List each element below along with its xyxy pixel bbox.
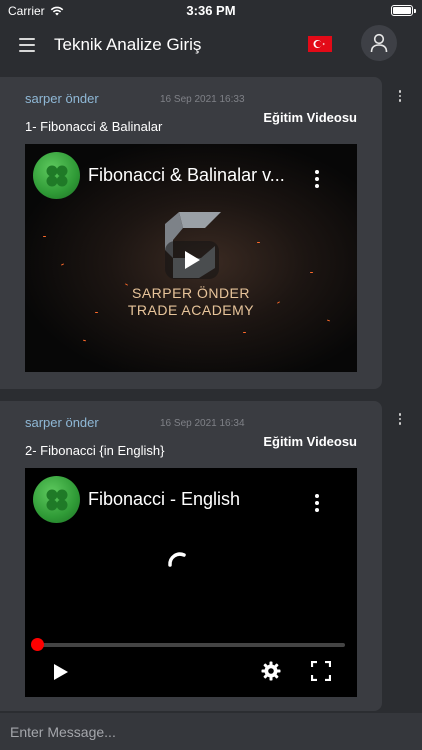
academy-name-line-2: TRADE ACADEMY xyxy=(127,302,255,318)
post-date: 16 Sep 2021 16:33 xyxy=(160,94,245,105)
post-card: sarper önder 16 Sep 2021 16:34 Eğitim Vi… xyxy=(0,401,382,711)
play-icon[interactable] xyxy=(53,663,69,681)
post-category: Eğitim Videosu xyxy=(263,110,357,125)
video-title[interactable]: Fibonacci & Balinalar v... xyxy=(88,165,285,186)
post-card: sarper önder 16 Sep 2021 16:33 Eğitim Vi… xyxy=(0,77,382,389)
message-composer xyxy=(0,713,422,750)
post-date: 16 Sep 2021 16:34 xyxy=(160,418,245,429)
settings-gear-icon[interactable] xyxy=(261,661,281,681)
hamburger-menu-icon[interactable] xyxy=(19,38,35,52)
app-header: Teknik Analize Giriş xyxy=(0,22,422,70)
progress-scrubber[interactable] xyxy=(31,638,44,651)
post-author[interactable]: sarper önder xyxy=(25,91,99,106)
loading-spinner-icon xyxy=(168,552,186,567)
status-time: 3:36 PM xyxy=(186,3,236,18)
academy-name-line-1: SARPER ÖNDER xyxy=(131,285,251,301)
message-input[interactable] xyxy=(0,713,422,750)
post-options-icon[interactable] xyxy=(398,90,402,102)
post-category: Eğitim Videosu xyxy=(263,434,357,449)
play-icon xyxy=(185,251,200,269)
profile-button[interactable] xyxy=(361,25,397,61)
post-text: 1- Fibonacci & Balinalar xyxy=(25,119,163,134)
post-options-icon[interactable] xyxy=(398,413,402,425)
page-title: Teknik Analize Giriş xyxy=(54,35,202,54)
video-title[interactable]: Fibonacci - English xyxy=(88,489,240,510)
post-text: 2- Fibonacci {in English} xyxy=(25,443,165,458)
fullscreen-icon[interactable] xyxy=(311,661,331,681)
video-player[interactable]: Fibonacci & Balinalar v... SARPER ÖNDER … xyxy=(25,144,357,372)
video-options-icon[interactable] xyxy=(315,494,319,512)
play-button[interactable] xyxy=(165,241,219,279)
battery-icon xyxy=(391,5,416,16)
video-options-icon[interactable] xyxy=(315,170,319,188)
channel-logo[interactable] xyxy=(33,476,80,523)
post-author[interactable]: sarper önder xyxy=(25,415,99,430)
user-icon xyxy=(370,33,388,53)
academy-name: SARPER ÖNDER TRADE ACADEMY xyxy=(25,285,357,319)
progress-track[interactable] xyxy=(37,643,345,647)
status-bar: Carrier 3:36 PM xyxy=(0,0,422,22)
video-player[interactable]: Fibonacci - English xyxy=(25,468,357,697)
channel-logo[interactable] xyxy=(33,152,80,199)
turkish-flag-icon[interactable] xyxy=(308,36,332,52)
battery-fill xyxy=(393,7,411,14)
